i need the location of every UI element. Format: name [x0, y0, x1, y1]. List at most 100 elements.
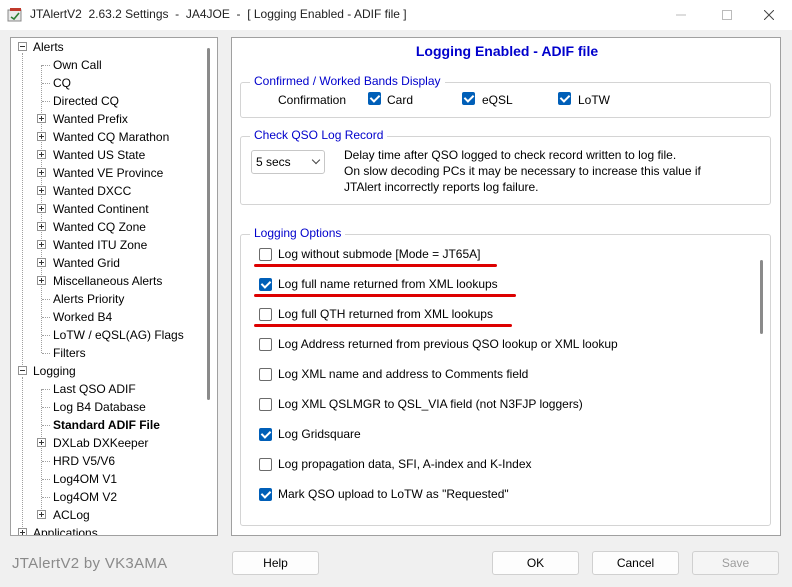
expand-icon[interactable]	[37, 258, 46, 267]
collapse-icon[interactable]	[18, 366, 27, 375]
log-without-submode-label: Log without submode [Mode = JT65A]	[278, 247, 481, 261]
eqsl-label: eQSL	[482, 93, 513, 107]
card-checkbox[interactable]	[368, 92, 381, 105]
minimize-icon	[676, 14, 686, 16]
cancel-button[interactable]: Cancel	[592, 551, 679, 575]
log-qslmgr-checkbox[interactable]	[259, 398, 272, 411]
expand-icon[interactable]	[37, 276, 46, 285]
title-bar: JTAlertV2 2.63.2 Settings - JA4JOE - [ L…	[0, 0, 792, 30]
eqsl-checkbox[interactable]	[462, 92, 475, 105]
expand-icon[interactable]	[37, 168, 46, 177]
brand-label: JTAlertV2 by VK3AMA	[12, 555, 168, 572]
expand-icon[interactable]	[18, 528, 27, 535]
tree-item-cq[interactable]: CQ	[11, 74, 201, 92]
annotation-underline	[254, 264, 497, 267]
app-icon	[7, 8, 22, 22]
log-address-checkbox[interactable]	[259, 338, 272, 351]
tree-item-applications[interactable]: Applications	[11, 524, 201, 535]
log-xml-comments-label: Log XML name and address to Comments fie…	[278, 367, 529, 381]
tree-item-wanted-cq-marathon[interactable]: Wanted CQ Marathon	[11, 128, 201, 146]
tree-item-wanted-dxcc[interactable]: Wanted DXCC	[11, 182, 201, 200]
logging-options-group: Logging Options Log without submode [Mod…	[240, 226, 771, 526]
confirmed-bands-legend: Confirmed / Worked Bands Display	[250, 74, 445, 88]
check-qso-legend: Check QSO Log Record	[250, 128, 388, 142]
log-full-qth-label: Log full QTH returned from XML lookups	[278, 307, 493, 321]
settings-tree[interactable]: Alerts Own Call CQ Directed CQ Wanted Pr…	[10, 37, 218, 536]
tree-item-alerts[interactable]: Alerts	[11, 38, 201, 56]
expand-icon[interactable]	[37, 186, 46, 195]
expand-icon[interactable]	[37, 510, 46, 519]
tree-item-alerts-priority[interactable]: Alerts Priority	[11, 290, 201, 308]
tree-item-aclog[interactable]: ACLog	[11, 506, 201, 524]
minimize-button[interactable]	[658, 0, 704, 30]
tree-item-logging[interactable]: Logging	[11, 362, 201, 380]
confirmation-label: Confirmation	[278, 93, 347, 107]
close-button[interactable]	[746, 0, 792, 30]
log-qslmgr-label: Log XML QSLMGR to QSL_VIA field (not N3F…	[278, 397, 583, 411]
maximize-icon	[722, 10, 732, 20]
tree-item-standard-adif-file[interactable]: Standard ADIF File	[11, 416, 201, 434]
close-icon	[764, 10, 774, 20]
tree-item-wanted-us-state[interactable]: Wanted US State	[11, 146, 201, 164]
tree-item-dxlab-dxkeeper[interactable]: DXLab DXKeeper	[11, 434, 201, 452]
window-title: JTAlertV2 2.63.2 Settings - JA4JOE - [ L…	[30, 7, 407, 21]
tree-item-hrd[interactable]: HRD V5/V6	[11, 452, 201, 470]
tree-item-directed-cq[interactable]: Directed CQ	[11, 92, 201, 110]
tree-item-wanted-grid[interactable]: Wanted Grid	[11, 254, 201, 272]
tree-item-log-b4-database[interactable]: Log B4 Database	[11, 398, 201, 416]
log-without-submode-checkbox[interactable]	[259, 248, 272, 261]
log-full-qth-checkbox[interactable]	[259, 308, 272, 321]
tree-scrollbar[interactable]	[207, 48, 210, 400]
tree-item-log4om-v1[interactable]: Log4OM V1	[11, 470, 201, 488]
help-button[interactable]: Help	[232, 551, 319, 575]
tree-item-last-qso-adif[interactable]: Last QSO ADIF	[11, 380, 201, 398]
log-full-name-label: Log full name returned from XML lookups	[278, 277, 498, 291]
tree-item-wanted-ve-province[interactable]: Wanted VE Province	[11, 164, 201, 182]
logging-options-legend: Logging Options	[250, 226, 346, 240]
expand-icon[interactable]	[37, 150, 46, 159]
annotation-underline	[254, 294, 516, 297]
card-label: Card	[387, 93, 414, 107]
tree-item-log4om-v2[interactable]: Log4OM V2	[11, 488, 201, 506]
annotation-underline	[254, 324, 512, 327]
lotw-checkbox[interactable]	[558, 92, 571, 105]
log-full-name-checkbox[interactable]	[259, 278, 272, 291]
log-propagation-checkbox[interactable]	[259, 458, 272, 471]
tree-item-wanted-continent[interactable]: Wanted Continent	[11, 200, 201, 218]
confirmed-bands-group: Confirmed / Worked Bands Display Confirm…	[240, 74, 771, 118]
tree-item-lotw-eqsl-flags[interactable]: LoTW / eQSL(AG) Flags	[11, 326, 201, 344]
tree-item-wanted-itu-zone[interactable]: Wanted ITU Zone	[11, 236, 201, 254]
tree-item-wanted-cq-zone[interactable]: Wanted CQ Zone	[11, 218, 201, 236]
collapse-icon[interactable]	[18, 42, 27, 51]
mark-lotw-requested-checkbox[interactable]	[259, 488, 272, 501]
check-qso-group: Check QSO Log Record 5 secs Delay time a…	[240, 128, 771, 205]
delay-value: 5 secs	[256, 155, 291, 169]
page-title: Logging Enabled - ADIF file	[415, 43, 599, 59]
maximize-button[interactable]	[704, 0, 750, 30]
log-gridsquare-checkbox[interactable]	[259, 428, 272, 441]
expand-icon[interactable]	[37, 204, 46, 213]
content-scrollbar[interactable]	[760, 260, 763, 334]
expand-icon[interactable]	[37, 240, 46, 249]
delay-select[interactable]: 5 secs	[251, 150, 325, 174]
lotw-label: LoTW	[578, 93, 611, 107]
mark-lotw-requested-label: Mark QSO upload to LoTW as "Requested"	[278, 487, 509, 501]
log-address-label: Log Address returned from previous QSO l…	[278, 337, 618, 351]
ok-button[interactable]: OK	[492, 551, 579, 575]
delay-description-line3: JTAlert incorrectly reports log failure.	[344, 180, 539, 194]
expand-icon[interactable]	[37, 438, 46, 447]
tree-item-worked-b4[interactable]: Worked B4	[11, 308, 201, 326]
expand-icon[interactable]	[37, 132, 46, 141]
settings-content: Logging Enabled - ADIF file Confirmed / …	[231, 37, 781, 536]
save-button[interactable]: Save	[692, 551, 779, 575]
expand-icon[interactable]	[37, 114, 46, 123]
log-xml-comments-checkbox[interactable]	[259, 368, 272, 381]
expand-icon[interactable]	[37, 222, 46, 231]
tree-item-own-call[interactable]: Own Call	[11, 56, 201, 74]
delay-description-line2: On slow decoding PCs it may be necessary…	[344, 164, 701, 178]
tree-item-wanted-prefix[interactable]: Wanted Prefix	[11, 110, 201, 128]
delay-description-line1: Delay time after QSO logged to check rec…	[344, 148, 677, 162]
chevron-down-icon	[311, 155, 321, 165]
tree-item-misc-alerts[interactable]: Miscellaneous Alerts	[11, 272, 201, 290]
tree-item-filters[interactable]: Filters	[11, 344, 201, 362]
